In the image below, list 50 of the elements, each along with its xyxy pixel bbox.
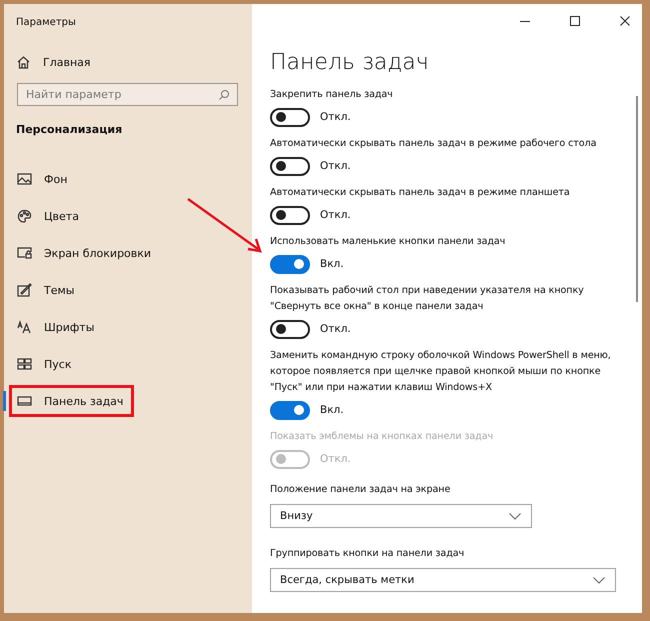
page-title: Панель задач (270, 50, 430, 75)
lock-screen-icon (17, 246, 32, 260)
sidebar-item[interactable]: Пуск (9, 351, 76, 377)
dropdown[interactable]: Всегда, скрывать метки (270, 568, 616, 592)
dropdown[interactable]: Внизу (270, 504, 532, 528)
toggle-switch[interactable] (270, 156, 310, 176)
setting-label: Автоматически скрывать панель задач в режиме рабочего стола (270, 137, 598, 151)
close-icon (620, 16, 630, 26)
sidebar-item[interactable]: Шрифты (9, 314, 100, 340)
window-title: Параметры (15, 16, 77, 30)
toggle-state: Откл. (320, 111, 351, 123)
sidebar-item[interactable]: Темы (9, 277, 80, 303)
toggle-state: Откл. (320, 323, 351, 335)
chevron-icon (509, 512, 521, 520)
image-icon (17, 172, 32, 186)
home-icon (16, 55, 31, 69)
toggle-switch[interactable] (270, 206, 310, 224)
toggle-switch[interactable] (270, 108, 310, 126)
toggle-switch[interactable] (270, 320, 310, 338)
setting-label: Показывать рабочий стол при наведении указателя на кнопку "Свернуть все окна" в конце панели задач (270, 284, 585, 314)
toggle-switch[interactable] (270, 254, 310, 274)
sidebar-item[interactable]: Экран блокировки (9, 240, 156, 266)
palette-icon (17, 209, 32, 223)
setting-label: Автоматически скрывать панель задач в режиме планшета (270, 186, 571, 200)
tiles-icon (17, 357, 32, 371)
setting-label: Заменить командную строку оболочкой Windows PowerShell в меню, которое появляется при щелчке правой кнопкой мыши по кнопке "Пуск" или при нажатии клавиш Windows+X (270, 349, 612, 395)
toggle-state: Вкл. (320, 404, 344, 416)
chevron-icon (593, 576, 605, 584)
setting-label: Группировать кнопки на панели задач (270, 547, 466, 561)
maximize-icon (570, 16, 580, 26)
toggle-state: Вкл. (320, 258, 344, 270)
toggle-state: Откл. (320, 160, 351, 172)
section-heading: Персонализация (16, 123, 122, 136)
font-icon (17, 320, 32, 334)
search-icon (218, 89, 230, 101)
toggle-state: Откл. (320, 453, 351, 465)
scrollbar[interactable] (636, 96, 638, 302)
setting-label: Использовать маленькие кнопки панели задач (270, 235, 506, 249)
sidebar-item[interactable]: Цвета (9, 203, 84, 229)
home-link[interactable]: Главная (16, 55, 91, 69)
brush-icon (17, 283, 32, 297)
sidebar-item[interactable]: Фон (9, 166, 72, 192)
toggle-state: Откл. (320, 209, 351, 221)
search-field[interactable]: Найти параметр (17, 83, 238, 106)
setting-label: Показать эмблемы на кнопках панели задач (270, 430, 494, 444)
sidebar-item[interactable]: Панель задач (9, 385, 134, 417)
toggle-switch[interactable] (270, 400, 310, 420)
setting-label: Положение панели задач на экране (270, 483, 452, 497)
taskbar-icon (17, 394, 32, 408)
setting-label: Закрепить панель задач (270, 88, 394, 102)
